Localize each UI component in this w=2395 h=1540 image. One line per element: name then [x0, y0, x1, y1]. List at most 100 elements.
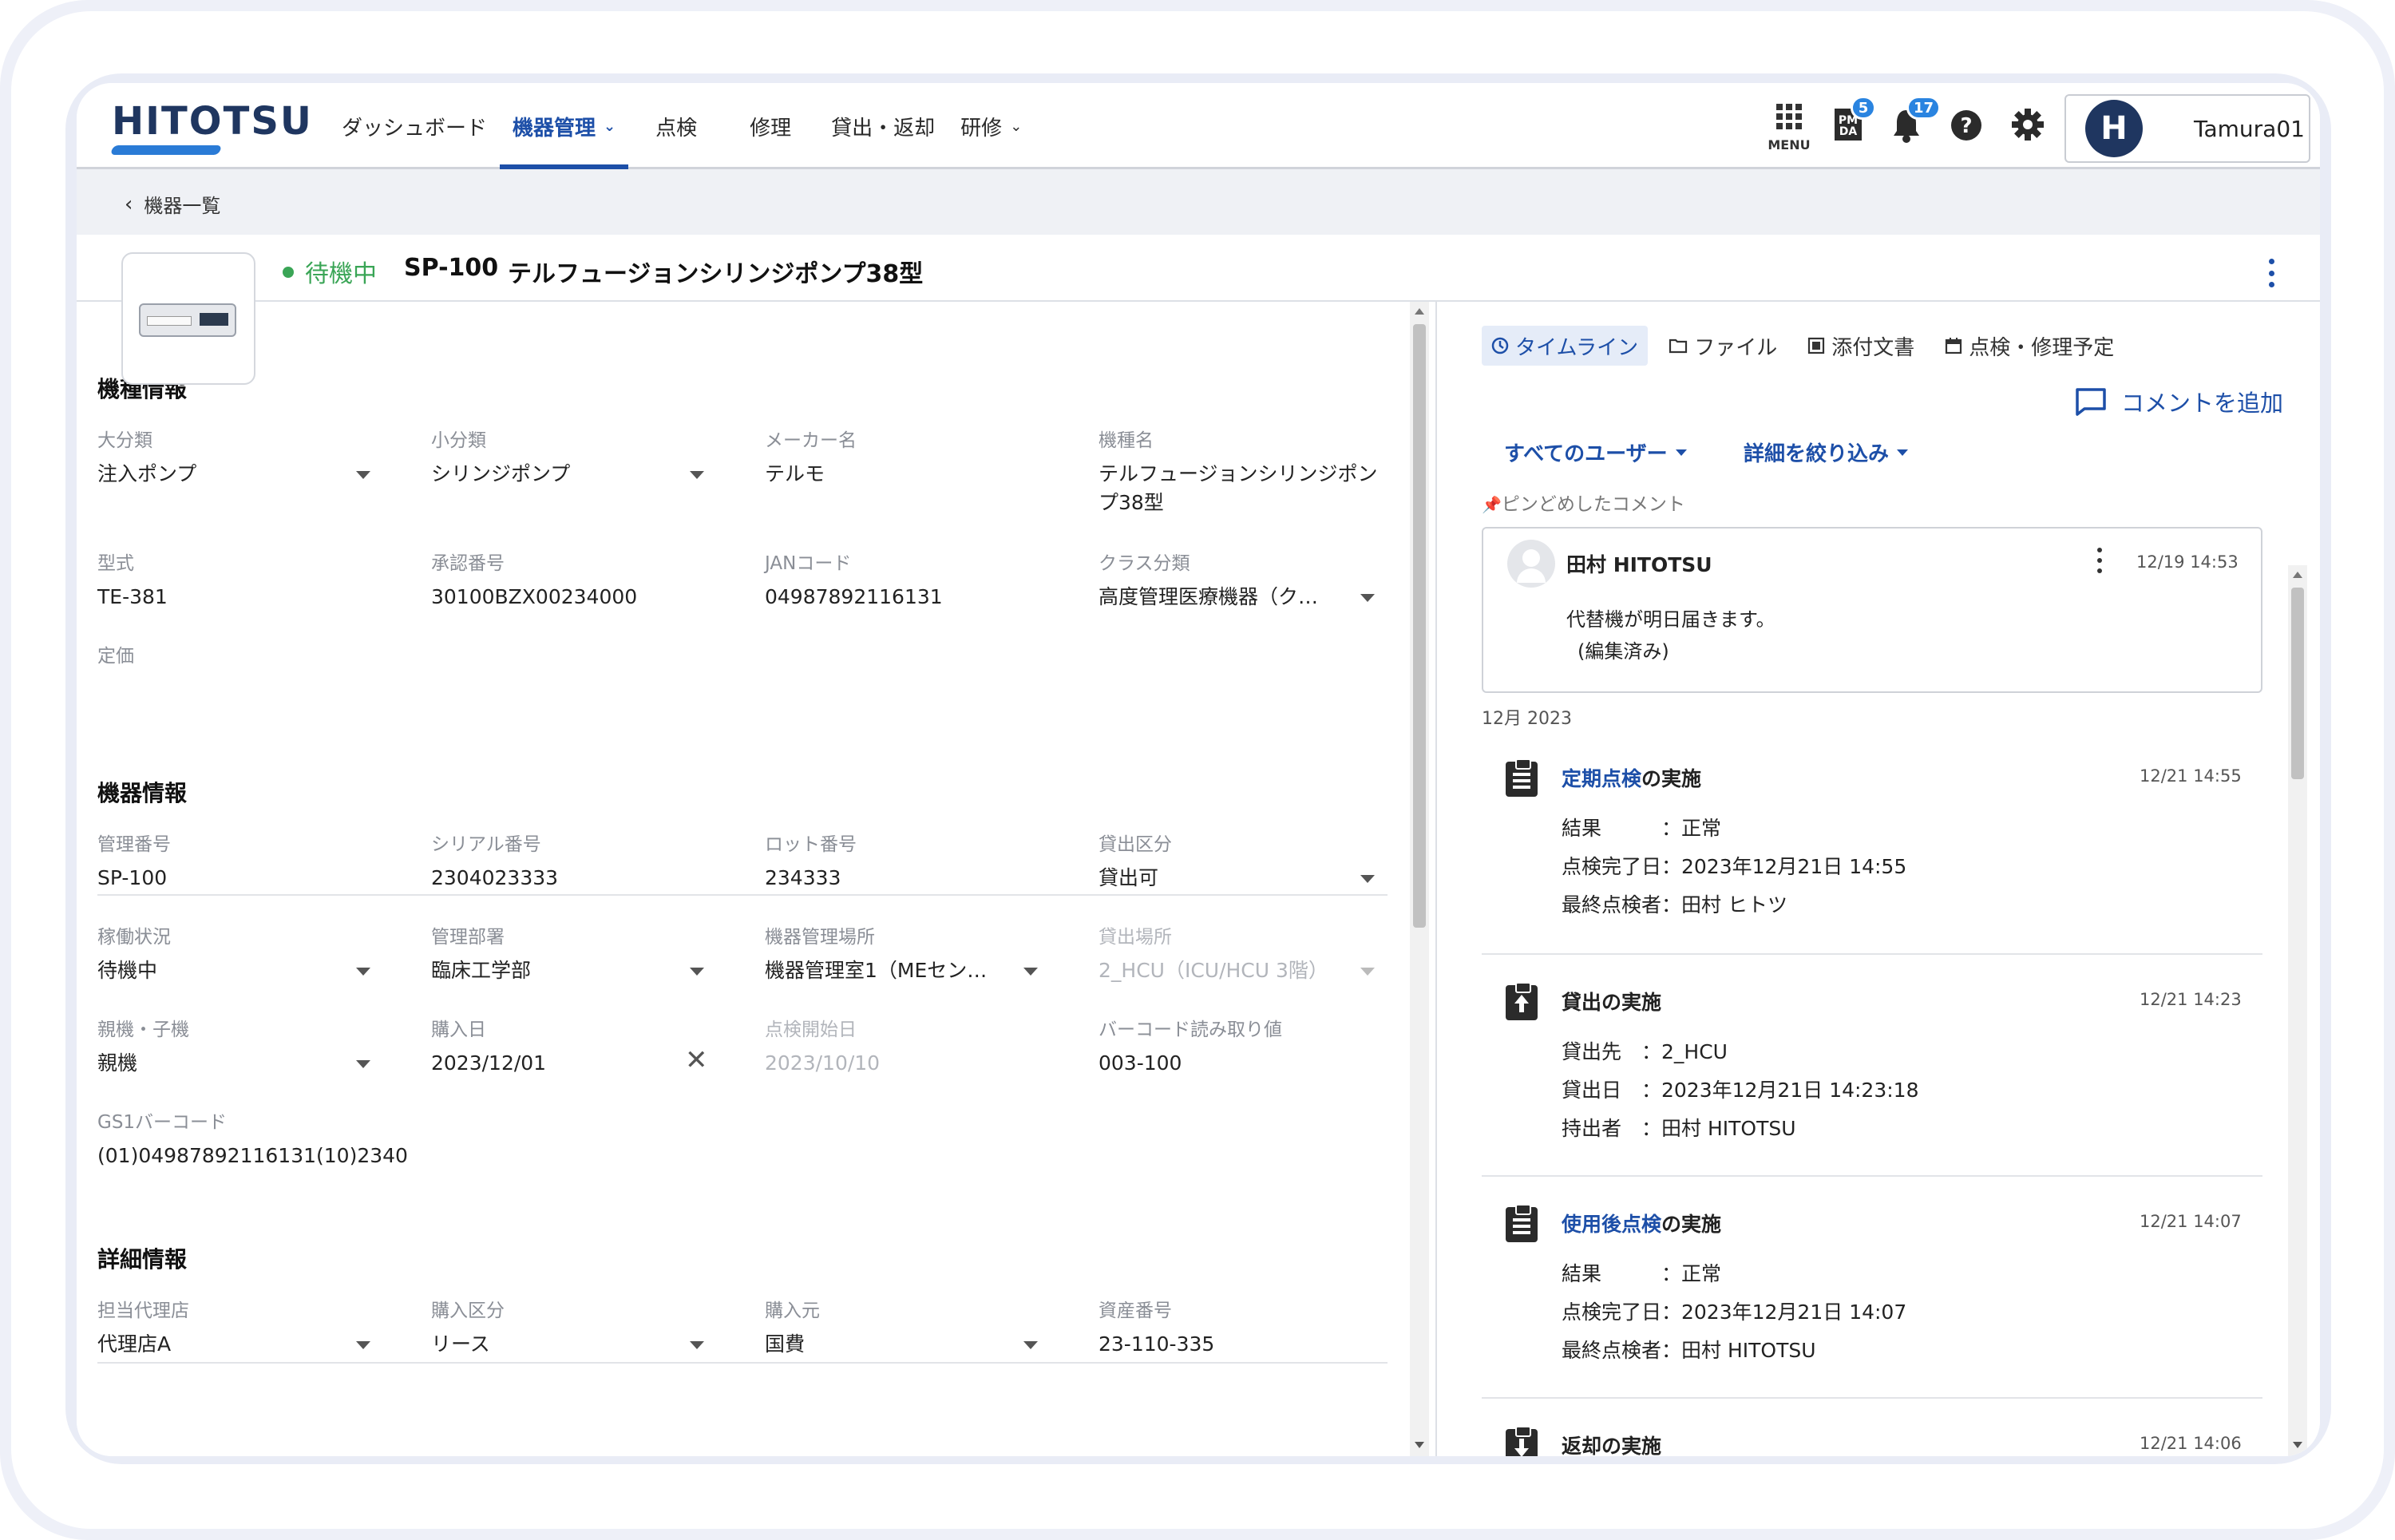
event-title-rest: の実施 — [1641, 767, 1702, 790]
tab-schedule[interactable]: 点検・修理予定 — [1935, 326, 2124, 366]
field-list-price[interactable]: 定価 — [97, 640, 401, 675]
field-label: メーカー名 — [765, 430, 857, 451]
more-options-icon[interactable] — [2267, 259, 2275, 287]
event-detail: 最終点検者：田村 HITOTSU — [1562, 1339, 1816, 1362]
caret-down-icon — [690, 471, 704, 479]
month-label: 12月 2023 — [1482, 709, 1572, 729]
nav-device-management[interactable]: 機器管理 ⌄ — [500, 83, 629, 169]
nav-lending[interactable]: 貸出・返却 — [818, 83, 948, 169]
clear-icon[interactable]: ✕ — [685, 1044, 708, 1076]
chevron-down-icon: ⌄ — [604, 117, 616, 135]
app-window: HITOTSU ダッシュボード 機器管理 ⌄ 点検 修理 貸出・返却 研修 ⌄ ME… — [77, 83, 2320, 1456]
add-comment-button[interactable]: コメントを追加 — [2075, 385, 2283, 418]
add-comment-label: コメントを追加 — [2120, 390, 2283, 417]
filter-details-dropdown[interactable]: 詳細を絞り込み — [1744, 437, 1909, 467]
breadcrumb-bar: ‹ 機器一覧 — [77, 169, 2320, 235]
event-time: 12/21 14:55 — [2140, 766, 2242, 786]
tab-files[interactable]: ファイル — [1659, 326, 1787, 366]
caret-down-icon — [1023, 968, 1038, 976]
comment-icon — [2076, 388, 2106, 416]
filter-users-dropdown[interactable]: すべてのユーザー — [1504, 437, 1687, 467]
field-minor-category[interactable]: 小分類 シリンジポンプ — [431, 425, 734, 489]
scroll-up-icon[interactable] — [2293, 572, 2302, 578]
field-lot-number[interactable]: ロット番号 234333 — [765, 829, 1068, 893]
field-model-name[interactable]: 機種名 テルフュージョンシリンジポンプ38型 — [1099, 425, 1386, 517]
timeline-scrollbar[interactable] — [2288, 565, 2307, 1456]
notification-badge: 17 — [1906, 96, 1942, 120]
help-button[interactable]: ? — [1950, 109, 1983, 142]
field-class[interactable]: クラス分類 高度管理医療機器（ク… — [1099, 548, 1402, 612]
timeline-event[interactable]: 返却の実施 12/21 14:06 — [1482, 1400, 2262, 1456]
field-label: JANコード — [765, 553, 852, 574]
event-title-link[interactable]: 使用後点検 — [1562, 1213, 1661, 1236]
scrollbar-thumb[interactable] — [2291, 588, 2304, 779]
field-storage-location[interactable]: 機器管理場所 機器管理室1（MEセン… — [765, 921, 1068, 985]
field-operating-status[interactable]: 稼働状況 待機中 — [97, 921, 401, 985]
tab-timeline[interactable]: タイムライン — [1482, 326, 1649, 366]
field-value: テルフュージョンシリンジポンプ38型 — [1099, 462, 1378, 514]
event-title: 貸出の実施 — [1562, 987, 1661, 1015]
field-major-category[interactable]: 大分類 注入ポンプ — [97, 425, 401, 489]
nav-dashboard[interactable]: ダッシュボード — [329, 83, 500, 169]
field-model-type[interactable]: 型式 TE-381 — [97, 548, 401, 612]
field-jan-code[interactable]: JANコード 04987892116131 — [765, 548, 1068, 612]
field-value: 003-100 — [1099, 1051, 1182, 1075]
field-value: 2023/10/10 — [765, 1051, 881, 1075]
field-parent-child[interactable]: 親機・子機 親機 — [97, 1014, 401, 1078]
settings-button[interactable] — [2010, 107, 2045, 142]
breadcrumb-back-link[interactable]: ‹ 機器一覧 — [125, 190, 220, 218]
field-management-number[interactable]: 管理番号 SP-100 — [97, 829, 401, 893]
field-purchase-type[interactable]: 購入区分 リース — [431, 1295, 734, 1359]
notification-button[interactable]: 17 — [1890, 96, 1942, 147]
field-purchase-source[interactable]: 購入元 国費 — [765, 1295, 1068, 1359]
nav-inspection[interactable]: 点検 — [643, 83, 710, 169]
scroll-down-icon[interactable] — [2293, 1442, 2302, 1448]
pinned-comment-card[interactable]: 田村 HITOTSU 12/19 14:53 代替機が明日届きます。 (編集済み… — [1482, 527, 2262, 693]
field-approval-number[interactable]: 承認番号 30100BZX00234000 — [431, 548, 734, 612]
scroll-down-icon[interactable] — [1415, 1442, 1424, 1448]
field-maker-name[interactable]: メーカー名 テルモ — [765, 425, 1068, 489]
left-scrollbar[interactable] — [1410, 302, 1429, 1456]
event-title-rest: の実施 — [1661, 1213, 1722, 1236]
timeline-event[interactable]: 貸出の実施 12/21 14:23 貸出先 ：2_HCU 貸出日 ：2023年1… — [1482, 956, 2262, 1177]
tab-attachments[interactable]: 添付文書 — [1798, 326, 1924, 366]
nav-repair[interactable]: 修理 — [737, 83, 804, 169]
field-barcode-value[interactable]: バーコード読み取り値 003-100 — [1099, 1014, 1402, 1078]
menu-grid-button[interactable]: MENU — [1768, 102, 1811, 158]
field-label: 購入元 — [765, 1300, 820, 1321]
pmda-button[interactable]: PM DA 5 — [1831, 96, 1876, 147]
field-value: 親機 — [97, 1051, 138, 1075]
nav-training[interactable]: 研修 ⌄ — [948, 83, 1035, 169]
field-value: 貸出可 — [1099, 866, 1159, 889]
user-menu-button[interactable]: H Tamura01 — [2064, 94, 2310, 163]
timeline-event[interactable]: 使用後点検の実施 12/21 14:07 結果 ：正常 点検完了日：2023年1… — [1482, 1178, 2262, 1399]
filter-details-label: 詳細を絞り込み — [1744, 442, 1890, 466]
field-asset-number[interactable]: 資産番号 23-110-335 — [1099, 1295, 1402, 1359]
device-thumbnail[interactable] — [121, 252, 255, 385]
more-options-icon[interactable] — [2096, 548, 2103, 573]
filter-users-label: すべてのユーザー — [1504, 442, 1668, 466]
comment-edited: (編集済み) — [1578, 640, 1669, 663]
event-title-link[interactable]: 定期点検 — [1562, 767, 1641, 790]
field-agency[interactable]: 担当代理店 代理店A — [97, 1295, 401, 1359]
field-value: 23-110-335 — [1099, 1332, 1215, 1356]
field-value: シリンジポンプ — [431, 462, 571, 485]
nav-label: 機器管理 — [513, 116, 596, 141]
field-label: バーコード読み取り値 — [1099, 1019, 1282, 1040]
svg-text:?: ? — [1960, 114, 1972, 138]
field-gs1-barcode[interactable]: GS1バーコード (01)04987892116131(10)2340 — [97, 1107, 576, 1170]
field-value: 機器管理室1（MEセン… — [765, 959, 988, 982]
scroll-up-icon[interactable] — [1415, 308, 1424, 315]
field-lending-location: 貸出場所 2_HCU（ICU/HCU 3階） — [1099, 921, 1402, 985]
timeline-event[interactable]: 定期点検の実施 12/21 14:55 結果 ：正常 点検完了日：2023年12… — [1482, 734, 2262, 955]
syringe-pump-image — [139, 303, 236, 337]
status-dot-icon — [283, 267, 294, 278]
field-lending-class[interactable]: 貸出区分 貸出可 — [1099, 829, 1402, 893]
logo[interactable]: HITOTSU — [109, 99, 313, 155]
field-serial-number[interactable]: シリアル番号 2304023333 — [431, 829, 734, 893]
field-department[interactable]: 管理部署 臨床工学部 — [431, 921, 734, 985]
device-name: テルフュージョンシリンジポンプ38型 — [508, 260, 924, 288]
field-purchase-date[interactable]: 購入日 2023/12/01 ✕ — [431, 1014, 734, 1078]
comment-author: 田村 HITOTSU — [1566, 553, 1712, 576]
scrollbar-thumb[interactable] — [1413, 324, 1426, 928]
